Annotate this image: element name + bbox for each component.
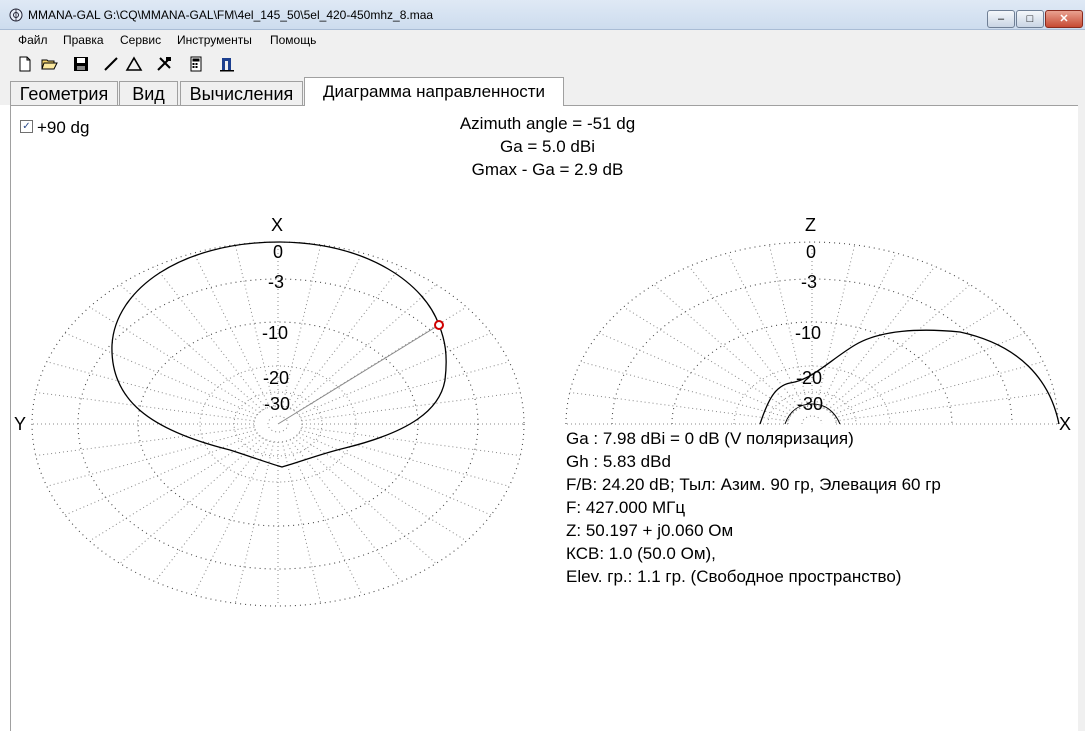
horizontal-grid-spoke [119,284,263,411]
vertical-ring-label-3: -3 [801,272,817,292]
info-swr: КСВ: 1.0 (50.0 Ом), [566,544,716,563]
horizontal-grid-spoke [64,332,258,416]
horizontal-grid-spoke [298,432,492,516]
vertical-grid-spoke [835,391,1055,422]
vertical-grid-spoke [832,332,1026,416]
horizontal-ring-label-3: -3 [268,272,284,292]
radiation-pattern-plots: X Y 0 -3 -10 -20 -30 Z X 0 -3 -10 -20 -3… [14,215,1071,607]
info-frequency: F: 427.000 МГц [566,498,686,517]
vertical-grid-spoke [580,361,790,419]
horizontal-axis-y-label: Y [14,414,26,434]
horizontal-ring-label-20: -20 [263,368,289,388]
info-impedance: Z: 50.197 + j0.060 Ом [566,521,734,540]
vertical-grid-spoke [623,306,794,413]
horizontal-grid-spoke [119,437,263,564]
horizontal-grid-spoke [35,391,255,422]
horizontal-ring-label-0: 0 [273,242,283,262]
horizontal-grid-spoke [300,361,510,419]
horizontal-grid-spoke [300,429,510,487]
horizontal-grid-spoke [89,306,260,413]
info-gh: Gh : 5.83 dBd [566,452,671,471]
horizontal-ring-label-10: -10 [262,323,288,343]
horizontal-grid-spoke [234,441,275,604]
vertical-grid-spoke [569,391,789,422]
horizontal-grid-spoke [64,432,258,516]
azimuth-marker[interactable] [434,320,444,330]
horizontal-axis-x-label: X [271,215,283,235]
vertical-ring-label-30: -30 [797,394,823,414]
vertical-ring-label-10: -10 [795,323,821,343]
horizontal-grid-spoke [296,435,467,542]
vertical-grid-ring [801,415,823,425]
vertical-ring-label-20: -20 [796,368,822,388]
vertical-grid-spoke [727,252,805,408]
info-elevation: Elev. гр.: 1.1 гр. (Свободное пространст… [566,567,902,586]
horizontal-grid-spoke [285,252,363,408]
tab-radiation-pattern[interactable]: Диаграмма направленности [304,77,564,106]
horizontal-ring-label-30: -30 [264,394,290,414]
vertical-grid-spoke [830,306,1001,413]
info-fb: F/B: 24.20 dB; Тыл: Азим. 90 гр, Элеваци… [566,475,941,494]
horizontal-grid-spoke [301,391,521,422]
horizontal-grid-spoke [285,440,363,596]
vertical-grid-spoke [688,266,801,409]
horizontal-grid-spoke [35,426,255,457]
horizontal-grid-spoke [281,441,322,604]
vertical-grid-spoke [834,361,1044,419]
horizontal-grid-spoke [46,361,256,419]
vertical-grid-spoke [827,284,971,411]
horizontal-grid-spoke [298,332,492,416]
vertical-axis-x-label: X [1059,414,1071,434]
horizontal-grid-spoke [46,429,256,487]
info-ga: Ga : 7.98 dBi = 0 dB (V поляризация) [566,429,854,448]
vertical-ring-label-0: 0 [806,242,816,262]
horizontal-grid-spoke [193,440,271,596]
horizontal-grid-spoke [293,284,437,411]
vertical-axis-z-label: Z [805,215,816,235]
vertical-grid-spoke [819,252,897,408]
vertical-grid-spoke [598,332,792,416]
horizontal-grid-spoke [154,266,267,409]
horizontal-grid-spoke [289,439,402,582]
horizontal-grid-spoke [193,252,271,408]
